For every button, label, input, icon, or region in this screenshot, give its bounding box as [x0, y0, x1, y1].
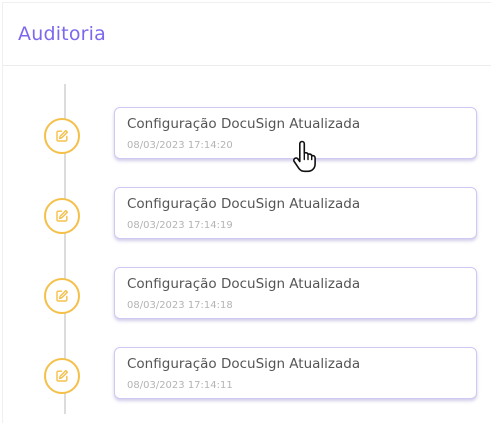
- audit-entry-title: Configuração DocuSign Atualizada: [127, 356, 361, 372]
- audit-entry-title: Configuração DocuSign Atualizada: [127, 196, 361, 212]
- audit-entry-card[interactable]: Configuração DocuSign Atualizada 08/03/2…: [114, 107, 477, 159]
- audit-entry-title: Configuração DocuSign Atualizada: [127, 276, 361, 292]
- audit-entry-timestamp: 08/03/2023 17:14:11: [127, 380, 233, 391]
- panel-header: Auditoria: [3, 3, 491, 66]
- edit-icon: [44, 118, 80, 154]
- audit-entry-card[interactable]: Configuração DocuSign Atualizada 08/03/2…: [114, 267, 477, 319]
- timeline-item: Configuração DocuSign Atualizada 08/03/2…: [0, 107, 494, 167]
- timeline-item: Configuração DocuSign Atualizada 08/03/2…: [0, 267, 494, 327]
- audit-entry-card[interactable]: Configuração DocuSign Atualizada 08/03/2…: [114, 187, 477, 239]
- edit-icon: [44, 278, 80, 314]
- panel-title: Auditoria: [18, 23, 106, 45]
- audit-entry-timestamp: 08/03/2023 17:14:18: [127, 300, 233, 311]
- audit-entry-card[interactable]: Configuração DocuSign Atualizada 08/03/2…: [114, 347, 477, 399]
- timeline-item: Configuração DocuSign Atualizada 08/03/2…: [0, 347, 494, 407]
- edit-icon: [44, 358, 80, 394]
- edit-icon: [44, 198, 80, 234]
- audit-entry-title: Configuração DocuSign Atualizada: [127, 116, 361, 132]
- audit-entry-timestamp: 08/03/2023 17:14:20: [127, 140, 233, 151]
- audit-entry-timestamp: 08/03/2023 17:14:19: [127, 220, 233, 231]
- timeline-item: Configuração DocuSign Atualizada 08/03/2…: [0, 187, 494, 247]
